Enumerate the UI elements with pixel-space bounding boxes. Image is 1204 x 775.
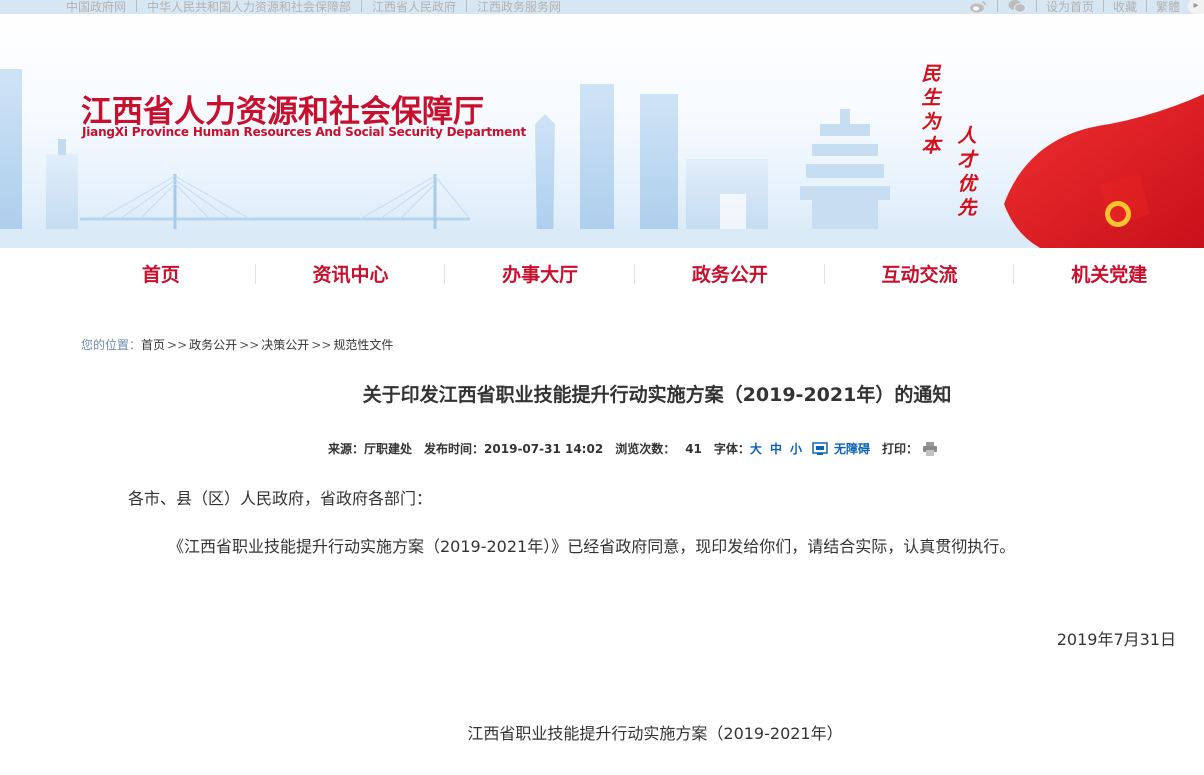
slogan-talent-first: 人才优先: [957, 125, 977, 219]
article-salutation: 各市、县（区）人民政府，省政府各部门：: [128, 489, 433, 508]
breadcrumb-item-home[interactable]: 首页: [141, 338, 165, 352]
top-utility-bar: 中国政府网 中华人民共和国人力资源和社会保障部 江西省人民政府 江西政务服务网 …: [0, 0, 1204, 14]
set-homepage-link[interactable]: 设为首页: [1046, 0, 1094, 15]
breadcrumb-item-normative-docs[interactable]: 规范性文件: [333, 338, 393, 352]
attachment-title: 江西省职业技能提升行动实施方案（2019-2021年）: [467, 724, 843, 743]
font-size-options: 大中小: [750, 440, 810, 457]
source-label: 来源：: [328, 442, 365, 456]
breadcrumb-lead: 您的位置：: [81, 338, 142, 352]
weibo-icon[interactable]: [968, 0, 988, 13]
font-size-label: 字体：: [713, 442, 750, 456]
date-value: 2019-07-31 14:02: [484, 441, 604, 456]
date-label: 发布时间：: [424, 442, 485, 456]
wechat-icon[interactable]: [1007, 0, 1027, 13]
main-nav: 首页 资讯中心 办事大厅 政务公开 互动交流 机关党建: [66, 248, 1204, 298]
top-right-divider: [1035, 0, 1037, 12]
accessibility-button[interactable]: 无障碍: [834, 440, 870, 457]
top-link-divider: [361, 0, 363, 12]
breadcrumb-separator: >>: [167, 338, 188, 352]
top-link-divider: [136, 0, 138, 12]
article-paragraph: 《江西省职业技能提升行动实施方案（2019-2021年）》已经省政府同意，现印发…: [168, 537, 1016, 556]
top-link-divider: [466, 0, 468, 12]
top-link-jiangxi-service[interactable]: 江西政务服务网: [477, 0, 561, 15]
nav-item-services[interactable]: 办事大厅: [445, 248, 636, 298]
print-label: 打印：: [881, 442, 918, 456]
header-banner: 江西省人力资源和社会保障厅 JiangXi Province Human Res…: [0, 14, 1204, 248]
accessibility-icon[interactable]: [812, 441, 828, 456]
nav-item-news[interactable]: 资讯中心: [256, 248, 446, 298]
traditional-chinese-link[interactable]: 繁體: [1156, 0, 1180, 15]
font-size-large-button[interactable]: 大: [750, 442, 762, 456]
breadcrumb: 您的位置：首页 >> 政务公开 >> 决策公开 >> 规范性文件: [81, 336, 393, 353]
nav-label: 办事大厅: [502, 263, 579, 286]
article-date: 2019年7月31日: [1056, 630, 1176, 649]
views-value: 41: [685, 441, 702, 456]
top-link-mohrss[interactable]: 中华人民共和国人力资源和社会保障部: [147, 0, 351, 15]
nav-label: 政务公开: [691, 263, 768, 286]
printer-icon[interactable]: [922, 441, 938, 456]
font-size-medium-button[interactable]: 中: [770, 442, 782, 456]
slogan-people-first: 民生为本: [921, 63, 941, 157]
top-right-divider: [1145, 0, 1147, 12]
nav-item-party-building[interactable]: 机关党建: [1014, 248, 1204, 298]
breadcrumb-separator: >>: [311, 338, 332, 352]
breadcrumb-item-decision[interactable]: 决策公开: [261, 338, 309, 352]
top-right-divider: [996, 0, 998, 12]
top-right-tools: 设为首页 收藏 繁體 ▸: [968, 0, 1204, 14]
nav-item-home[interactable]: 首页: [66, 248, 256, 298]
side-tab-icon[interactable]: ▸: [1188, 0, 1204, 14]
site-title-english: JiangXi Province Human Resources And Soc…: [82, 125, 526, 139]
article-meta: 来源： 厅职建处 发布时间： 2019-07-31 14:02 浏览次数： 41…: [328, 440, 938, 457]
breadcrumb-item-open-government[interactable]: 政务公开: [189, 338, 237, 352]
nav-label: 首页: [141, 263, 180, 286]
nav-label: 机关党建: [1071, 263, 1148, 286]
nav-label: 互动交流: [881, 263, 958, 286]
nav-item-interaction[interactable]: 互动交流: [825, 248, 1015, 298]
source-value: 厅职建处: [364, 442, 413, 456]
top-right-divider: [1102, 0, 1104, 12]
nav-item-open-government[interactable]: 政务公开: [635, 248, 825, 298]
breadcrumb-separator: >>: [239, 338, 260, 352]
top-link-gov-cn[interactable]: 中国政府网: [66, 0, 126, 15]
bookmark-link[interactable]: 收藏: [1113, 0, 1137, 15]
views-label: 浏览次数：: [615, 442, 676, 456]
nav-label: 资讯中心: [312, 263, 389, 286]
font-size-small-button[interactable]: 小: [790, 442, 802, 456]
top-links: 中国政府网 中华人民共和国人力资源和社会保障部 江西省人民政府 江西政务服务网: [66, 0, 561, 14]
top-link-jiangxi-gov[interactable]: 江西省人民政府: [372, 0, 456, 15]
article-title: 关于印发江西省职业技能提升行动实施方案（2019-2021年）的通知: [362, 384, 952, 406]
